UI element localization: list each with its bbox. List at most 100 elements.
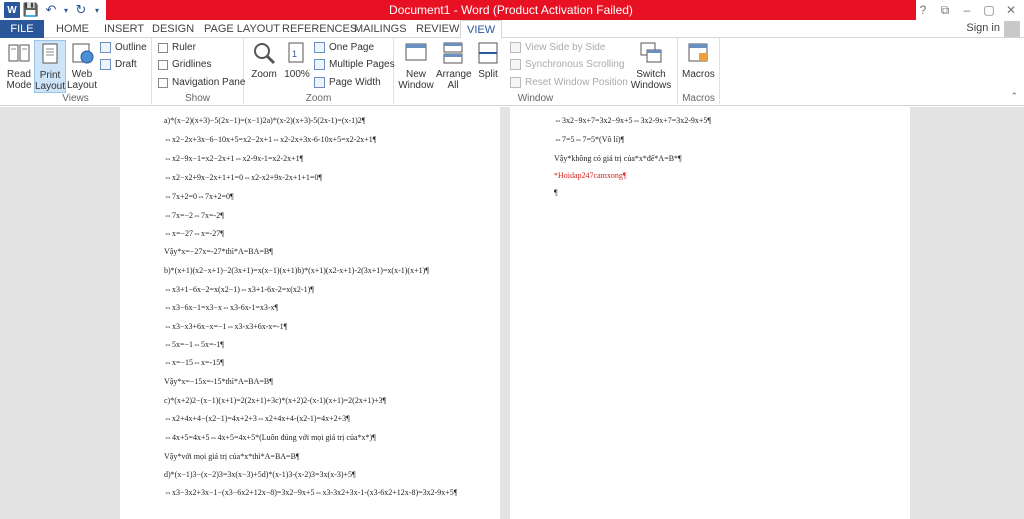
switch-windows-button[interactable]: Switch Windows [630,40,672,91]
document-page-2[interactable]: ⇔3x2−9x+7=3x2−9x+5⇔3x2-9x+7=3x2-9x+5¶ ⇔7… [510,107,910,519]
sign-in-link[interactable]: Sign in [966,22,1000,34]
save-icon[interactable]: 💾 [22,1,40,19]
doc-line: ⇔x2−2x+3x−6−10x+5=x2−2x+1⇔x2-2x+3x-6-10x… [164,135,377,144]
doc-line: ⇔x=−27⇔x=-27¶ [164,229,224,238]
collapse-ribbon-icon[interactable]: ⌃ [1010,91,1018,102]
tab-page-layout[interactable]: PAGE LAYOUT [198,20,286,38]
ribbon: Read Mode Print Layout Web Layout Outlin… [0,38,1024,106]
new-window-button[interactable]: New Window [398,40,434,91]
doc-line: ¶ [554,188,558,197]
doc-line: ⇔x3+1−6x−2=x(x2−1)⇔x3+1-6x-2=x(x2-1)¶ [164,285,314,294]
document-area[interactable]: a)*(x−2)(x+3)−5(2x−1)=(x−1)2a)*(x-2)(x+3… [0,107,1024,519]
multiple-pages-icon [314,59,325,70]
doc-line: ⇔5x=−1⇔5x=-1¶ [164,340,224,349]
ruler-checkbox-box[interactable] [158,42,168,53]
tab-view[interactable]: VIEW [460,20,503,39]
redo-icon[interactable]: ↻ [72,1,90,19]
view-side-by-side-label: View Side by Side [525,42,606,53]
tab-design[interactable]: DESIGN [146,20,200,38]
one-page-button[interactable]: One Page [314,42,374,53]
show-group-label: Show [184,93,210,104]
reset-window-position-button[interactable]: Reset Window Position [510,77,628,88]
tab-home[interactable]: HOME [50,20,95,38]
macros-label: Macros [682,69,715,80]
document-page-1[interactable]: a)*(x−2)(x+3)−5(2x−1)=(x−1)2a)*(x-2)(x+3… [120,107,500,519]
print-layout-label: Print Layout [35,70,66,92]
zoom-button[interactable]: Zoom [248,40,280,80]
zoom-label: Zoom [251,69,277,80]
macros-group-label: Macros [682,93,715,104]
ruler-label: Ruler [172,42,196,53]
show-group: Ruler Gridlines Navigation Pane Show [152,38,245,106]
undo-icon[interactable]: ↶ [42,1,60,19]
minimize-button[interactable]: – [956,0,978,20]
word-logo-icon[interactable]: W [4,2,20,18]
switch-windows-icon [640,42,662,63]
new-window-label: New Window [398,69,434,91]
zoom-100-icon: 1 [288,42,304,63]
user-avatar[interactable] [1004,21,1020,37]
outline-icon [100,42,111,53]
zoom-group: Zoom 1 100% One Page Multiple Pages Page… [244,38,395,106]
print-layout-button[interactable]: Print Layout [34,40,66,93]
draft-button[interactable]: Draft [100,59,137,70]
draft-label: Draft [115,59,137,70]
ruler-checkbox[interactable]: Ruler [158,42,196,53]
zoom-100-button[interactable]: 1 100% [281,40,313,80]
navigation-pane-checkbox-box[interactable] [158,77,168,88]
outline-button[interactable]: Outline [100,42,147,53]
arrange-all-label: Arrange All [436,69,472,91]
doc-line: ⇔x3−3x2+3x−1−(x3−6x2+12x−8)=3x2−9x+5⇔x3-… [164,488,458,497]
doc-line: ⇔4x+5=4x+5⇔4x+5=4x+5*(Luôn đúng với mọi … [164,433,376,442]
outline-label: Outline [115,42,147,53]
web-layout-icon [72,43,94,64]
tab-mailings[interactable]: MAILINGS [348,20,413,38]
web-layout-label: Web Layout [66,69,98,91]
doc-line: Vậy*x=−15x=-15*thì*A=BA=B¶ [164,377,273,386]
undo-dropdown-icon[interactable]: ▾ [62,1,70,19]
tab-review[interactable]: REVIEW [410,20,465,38]
tab-insert[interactable]: INSERT [98,20,150,38]
close-button[interactable]: ✕ [1000,0,1022,20]
doc-line: c)*(x+2)2−(x−1)(x+1)=2(2x+1)+3c)*(x+2)2-… [164,396,387,405]
print-layout-icon [42,43,58,64]
reset-window-position-label: Reset Window Position [525,77,628,88]
navigation-pane-checkbox[interactable]: Navigation Pane [158,77,245,88]
doc-line: d)*(x−1)3−(x−2)3=3x(x−3)+5d)*(x-1)3-(x-2… [164,470,356,479]
read-mode-button[interactable]: Read Mode [3,40,35,91]
title-bar: W 💾 ↶ ▾ ↻ ▾ Document1 - Word (Product Ac… [0,0,1024,20]
magnifier-icon [254,43,276,65]
web-layout-button[interactable]: Web Layout [66,40,98,91]
gridlines-checkbox[interactable]: Gridlines [158,59,211,70]
doc-line: ⇔7x=−2⇔7x=-2¶ [164,211,224,220]
read-mode-label: Read Mode [6,69,32,91]
page-width-label: Page Width [329,77,381,88]
split-button[interactable]: Split [472,40,504,80]
customize-qat-icon[interactable]: ▾ [92,1,102,19]
doc-line: b)*(x+1)(x2−x+1)−2(3x+1)=x(x−1)(x+1)b)*(… [164,266,429,275]
maximize-button[interactable]: ▢ [978,0,1000,20]
view-side-by-side-button[interactable]: View Side by Side [510,42,605,53]
synchronous-scrolling-label: Synchronous Scrolling [525,59,625,70]
help-button[interactable]: ? [912,0,934,20]
draft-icon [100,59,111,70]
ribbon-display-options-button[interactable]: ⧉ [934,0,956,20]
doc-line: ⇔x2+4x+4−(x2−1)=4x+2+3⇔x2+4x+4-(x2-1)=4x… [164,414,350,423]
multiple-pages-button[interactable]: Multiple Pages [314,59,395,70]
doc-line: a)*(x−2)(x+3)−5(2x−1)=(x−1)2a)*(x-2)(x+3… [164,116,366,125]
split-label: Split [478,69,498,80]
macros-icon [688,43,708,62]
doc-line: *Hoidap247camxong¶ [554,171,627,180]
synchronous-scrolling-button[interactable]: Synchronous Scrolling [510,59,625,70]
macros-button[interactable]: Macros [682,40,715,80]
new-window-icon [405,43,427,61]
doc-line: ⇔x2−9x−1=x2−2x+1⇔x2-9x-1=x2-2x+1¶ [164,154,304,163]
window-controls: ? ⧉ – ▢ ✕ [912,0,1022,20]
tab-file[interactable]: FILE [0,20,44,38]
side-by-side-icon [510,42,521,53]
views-group-label: Views [62,93,89,104]
zoom-100-label: 100% [284,69,310,80]
gridlines-checkbox-box[interactable] [158,59,168,70]
arrange-all-button[interactable]: Arrange All [436,40,472,91]
page-width-button[interactable]: Page Width [314,77,381,88]
